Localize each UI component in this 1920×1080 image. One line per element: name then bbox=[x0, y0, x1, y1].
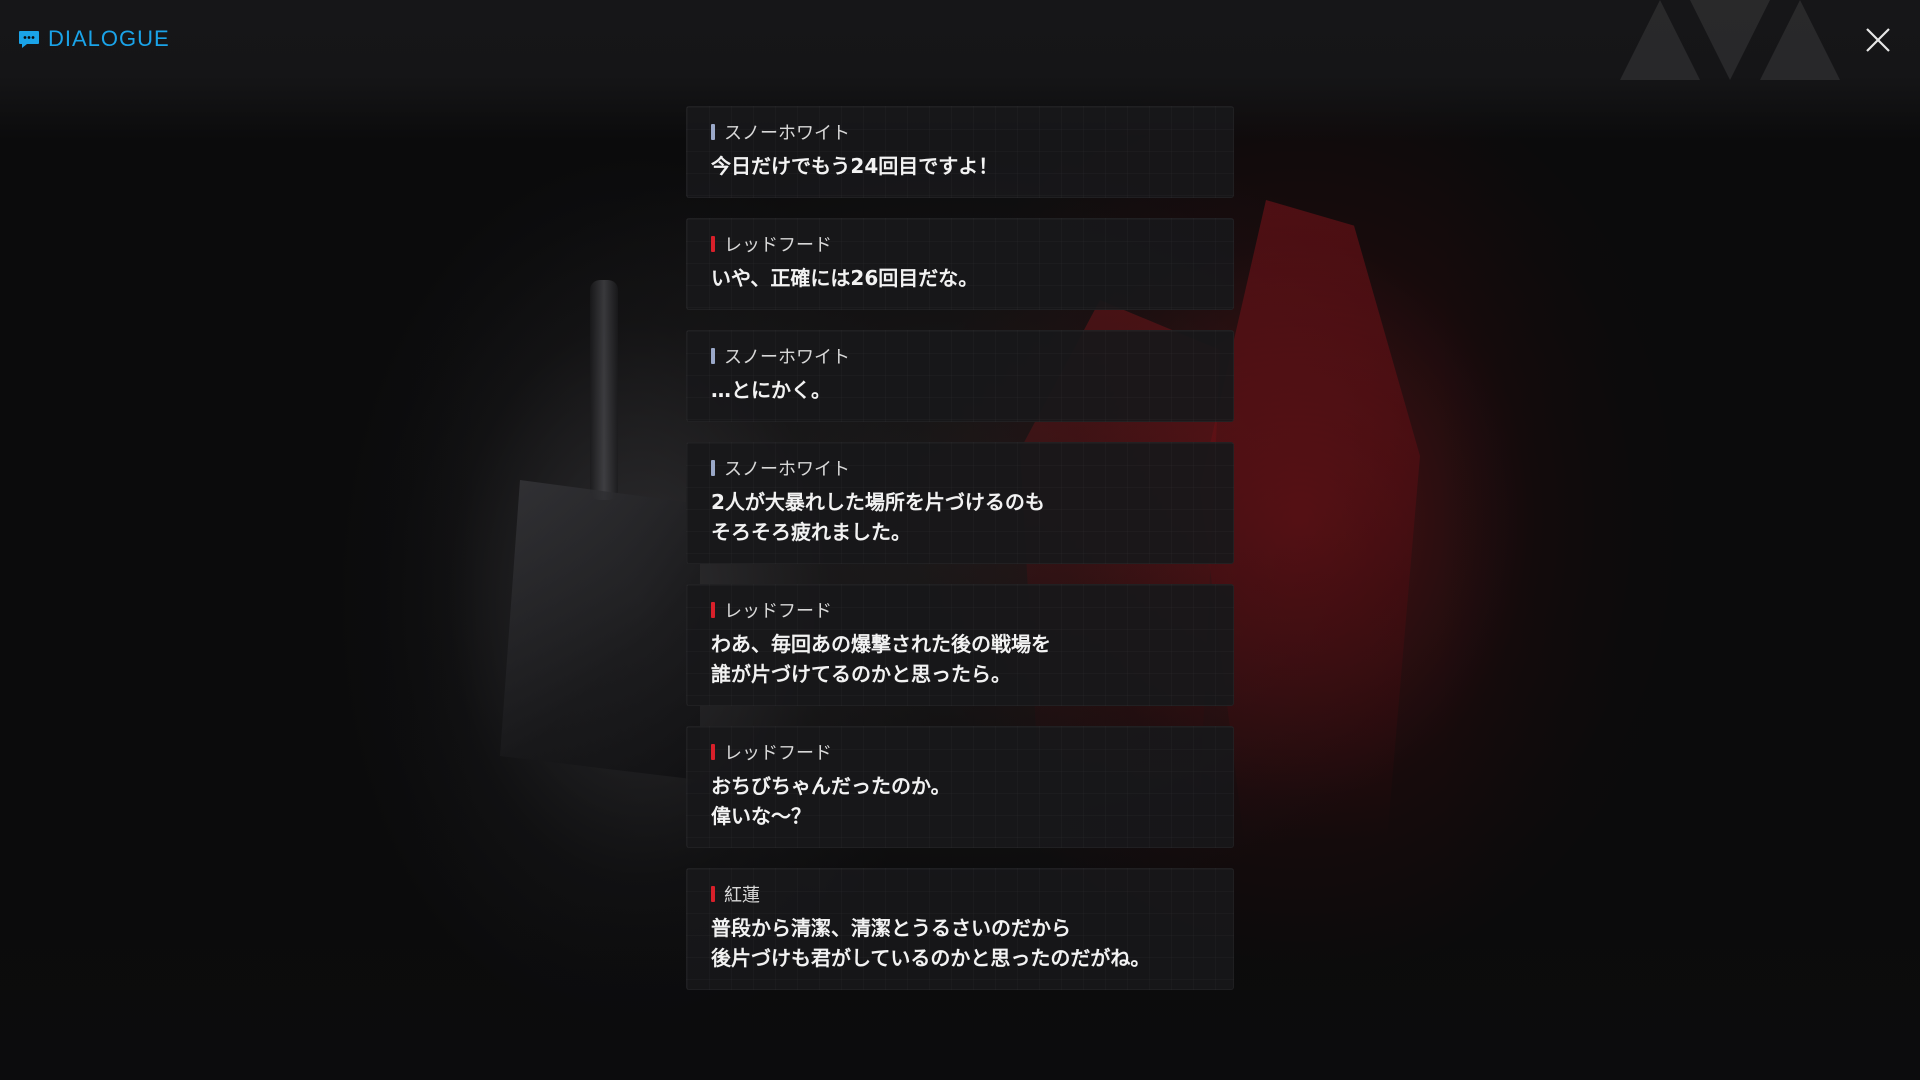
background-pole bbox=[590, 280, 618, 500]
speaker-name: レッドフード bbox=[724, 235, 832, 256]
dialogue-text: …とにかく。 bbox=[711, 378, 831, 402]
dialogue-text: 2人が大暴れした場所を片づけるのも そろそろ疲れました。 bbox=[711, 490, 1045, 544]
speaker-name: レッドフード bbox=[724, 743, 832, 764]
speaker-name: スノーホワイト bbox=[724, 459, 850, 480]
page-title: DIALOGUE bbox=[48, 26, 170, 51]
dialogue-entry: 紅蓮 普段から清潔、清潔とうるさいのだから 後片づけも君がしているのかと思ったの… bbox=[686, 868, 1234, 990]
speaker-mark bbox=[711, 124, 715, 140]
dialogue-entry: スノーホワイト 2人が大暴れした場所を片づけるのも そろそろ疲れました。 bbox=[686, 442, 1234, 564]
dialogue-entry: スノーホワイト …とにかく。 bbox=[686, 330, 1234, 422]
speaker-mark bbox=[711, 886, 715, 902]
dialogue-text: わあ、毎回あの爆撃された後の戦場を 誰が片づけてるのかと思ったら。 bbox=[711, 632, 1051, 686]
speaker-name: スノーホワイト bbox=[724, 347, 850, 368]
speaker-mark bbox=[711, 744, 715, 760]
close-icon bbox=[1866, 28, 1890, 52]
speaker-mark bbox=[711, 602, 715, 618]
speaker-mark bbox=[711, 460, 715, 476]
background-machine bbox=[500, 480, 700, 780]
dialogue-text: おちびちゃんだったのか。 偉いな～？ bbox=[711, 774, 951, 828]
dialogue-log-screen: DIALOGUE スノーホワイト 今日だけでもう24回目ですよ！ レッドフード … bbox=[0, 0, 1920, 1080]
speaker-row: レッドフード bbox=[711, 741, 1209, 764]
speaker-row: スノーホワイト bbox=[711, 457, 1209, 480]
speaker-mark bbox=[711, 236, 715, 252]
dialogue-entry: レッドフード いや、正確には26回目だな。 bbox=[686, 218, 1234, 310]
speaker-row: レッドフード bbox=[711, 599, 1209, 622]
dialogue-entry: レッドフード おちびちゃんだったのか。 偉いな～？ bbox=[686, 726, 1234, 848]
speaker-row: スノーホワイト bbox=[711, 345, 1209, 368]
dialogue-header: DIALOGUE bbox=[18, 26, 170, 52]
speaker-name: レッドフード bbox=[724, 601, 832, 622]
speaker-name: スノーホワイト bbox=[724, 123, 850, 144]
speaker-mark bbox=[711, 348, 715, 364]
dialogue-text: 普段から清潔、清潔とうるさいのだから 後片づけも君がしているのかと思ったのだがね… bbox=[711, 916, 1151, 970]
corner-triangle-decoration bbox=[1620, 0, 1840, 80]
close-button[interactable] bbox=[1862, 24, 1894, 56]
speaker-name: 紅蓮 bbox=[724, 885, 760, 906]
dialogue-list[interactable]: スノーホワイト 今日だけでもう24回目ですよ！ レッドフード いや、正確には26… bbox=[686, 106, 1234, 990]
speaker-row: スノーホワイト bbox=[711, 121, 1209, 144]
chat-bubble-icon bbox=[18, 28, 40, 50]
speaker-row: レッドフード bbox=[711, 233, 1209, 256]
dialogue-text: いや、正確には26回目だな。 bbox=[711, 266, 979, 290]
dialogue-text: 今日だけでもう24回目ですよ！ bbox=[711, 154, 999, 178]
dialogue-entry: スノーホワイト 今日だけでもう24回目ですよ！ bbox=[686, 106, 1234, 198]
dialogue-entry: レッドフード わあ、毎回あの爆撃された後の戦場を 誰が片づけてるのかと思ったら。 bbox=[686, 584, 1234, 706]
speaker-row: 紅蓮 bbox=[711, 883, 1209, 906]
